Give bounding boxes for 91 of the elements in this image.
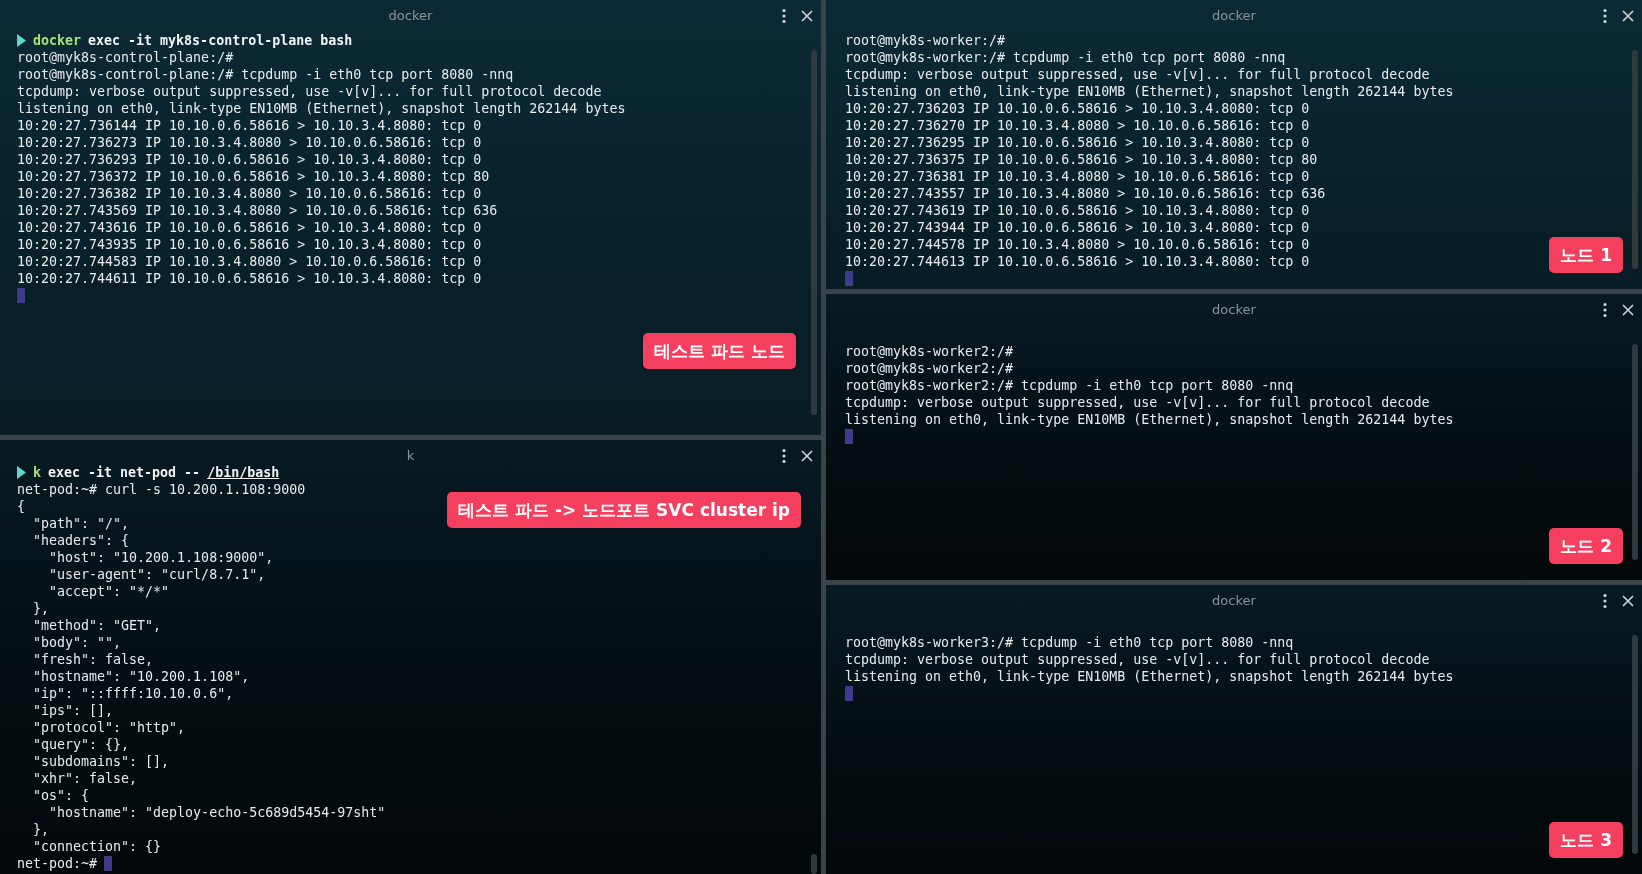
annotation-label: 테스트 파드 -> 노드포트 SVC cluster ip bbox=[447, 492, 801, 528]
pane-title: k bbox=[406, 448, 415, 463]
prompt-icon bbox=[17, 466, 26, 479]
terminal-line: tcpdump: verbose output suppressed, use -v[v]... for full protocol decode bbox=[845, 66, 1430, 83]
terminal-line: "body": "", bbox=[32, 634, 122, 651]
terminal-line: "ips": [], bbox=[32, 702, 114, 719]
close-icon[interactable] bbox=[801, 450, 813, 462]
close-icon[interactable] bbox=[1622, 304, 1634, 316]
terminal-line: "ip": "::ffff:10.10.0.6", bbox=[32, 685, 234, 702]
command-path: /bin/bash bbox=[207, 464, 280, 481]
close-icon[interactable] bbox=[1622, 595, 1634, 607]
terminal-line: root@myk8s-worker:/# tcpdump -i eth0 tcp port 8080 -nnq bbox=[845, 49, 1286, 66]
terminal-line: }, bbox=[32, 600, 50, 617]
terminal-line: "method": "GET", bbox=[32, 617, 162, 634]
terminal-line: net-pod:~# curl -s 10.200.1.108:9000 bbox=[17, 481, 306, 498]
terminal-line: 10:20:27.744611 IP 10.10.0.6.58616 > 10.10.3.4.8080: tcp 0 bbox=[17, 270, 482, 287]
terminal-line: tcpdump: verbose output suppressed, use -v[v]... for full protocol decode bbox=[845, 651, 1430, 668]
more-icon[interactable] bbox=[1602, 593, 1608, 609]
terminal-line: "host": "10.200.1.108:9000", bbox=[48, 549, 274, 566]
terminal-line: 10:20:27.743935 IP 10.10.0.6.58616 > 10.10.3.4.8080: tcp 0 bbox=[17, 236, 482, 253]
scrollbar[interactable] bbox=[1632, 344, 1638, 560]
terminal-line: 10:20:27.743944 IP 10.10.0.6.58616 > 10.10.3.4.8080: tcp 0 bbox=[845, 219, 1310, 236]
terminal-line: 10:20:27.736382 IP 10.10.3.4.8080 > 10.10.0.6.58616: tcp 0 bbox=[17, 185, 482, 202]
terminal-line: 10:20:27.736270 IP 10.10.3.4.8080 > 10.10.0.6.58616: tcp 0 bbox=[845, 117, 1310, 134]
annotation-label: 노드 2 bbox=[1549, 528, 1623, 564]
more-icon[interactable] bbox=[1602, 302, 1608, 318]
terminal-line: 10:20:27.743619 IP 10.10.0.6.58616 > 10.10.3.4.8080: tcp 0 bbox=[845, 202, 1310, 219]
terminal-line: 10:20:27.736293 IP 10.10.0.6.58616 > 10.10.3.4.8080: tcp 0 bbox=[17, 151, 482, 168]
scrollbar[interactable] bbox=[811, 854, 817, 874]
terminal-line: "os": { bbox=[32, 787, 90, 804]
scrollbar[interactable] bbox=[1632, 635, 1638, 854]
terminal-line: 10:20:27.744578 IP 10.10.3.4.8080 > 10.10.0.6.58616: tcp 0 bbox=[845, 236, 1310, 253]
scrollbar[interactable] bbox=[1632, 50, 1638, 269]
terminal-line: listening on eth0, link-type EN10MB (Ethernet), snapshot length 262144 bytes bbox=[845, 411, 1454, 428]
terminal-line: }, bbox=[32, 821, 50, 838]
terminal-line: "connection": {} bbox=[32, 838, 162, 855]
command-name: docker bbox=[33, 32, 82, 49]
terminal-line: "subdomains": [], bbox=[32, 753, 170, 770]
terminal-line: listening on eth0, link-type EN10MB (Ethernet), snapshot length 262144 bytes bbox=[845, 668, 1454, 685]
terminal-line: tcpdump: verbose output suppressed, use -v[v]... for full protocol decode bbox=[845, 394, 1430, 411]
terminal-line: root@myk8s-worker2:/# bbox=[845, 360, 1014, 377]
terminal-line: "hostname": "deploy-echo-5c689d5454-97sht" bbox=[48, 804, 386, 821]
terminal-line: 10:20:27.736203 IP 10.10.0.6.58616 > 10.10.3.4.8080: tcp 0 bbox=[845, 100, 1310, 117]
terminal-line: root@myk8s-worker2:/# bbox=[845, 343, 1014, 360]
annotation-label: 노드 1 bbox=[1549, 237, 1623, 273]
terminal-line: { bbox=[17, 498, 25, 515]
terminal-line: 10:20:27.744613 IP 10.10.0.6.58616 > 10.10.3.4.8080: tcp 0 bbox=[845, 253, 1310, 270]
terminal-line: listening on eth0, link-type EN10MB (Ethernet), snapshot length 262144 bytes bbox=[845, 83, 1454, 100]
terminal-line: "path": "/", bbox=[32, 515, 130, 532]
pane-title: docker bbox=[1212, 302, 1256, 317]
terminal-line: 10:20:27.743557 IP 10.10.3.4.8080 > 10.10.0.6.58616: tcp 636 bbox=[845, 185, 1326, 202]
terminal-line: "query": {}, bbox=[32, 736, 130, 753]
terminal-line: "accept": "*/*" bbox=[48, 583, 170, 600]
more-icon[interactable] bbox=[781, 8, 787, 24]
scrollbar[interactable] bbox=[811, 50, 817, 415]
more-icon[interactable] bbox=[1602, 8, 1608, 24]
terminal-line: root@myk8s-worker3:/# tcpdump -i eth0 tcp port 8080 -nnq bbox=[845, 634, 1294, 651]
terminal-line: root@myk8s-control-plane:/# bbox=[17, 49, 234, 66]
terminal-line: 10:20:27.744583 IP 10.10.3.4.8080 > 10.10.0.6.58616: tcp 0 bbox=[17, 253, 482, 270]
terminal-line: "protocol": "http", bbox=[32, 719, 186, 736]
command-args: exec -it net-pod -- bbox=[48, 464, 201, 481]
terminal-line: 10:20:27.743569 IP 10.10.3.4.8080 > 10.10.0.6.58616: tcp 636 bbox=[17, 202, 498, 219]
command-args: exec -it myk8s-control-plane bash bbox=[88, 32, 353, 49]
terminal-line: 10:20:27.736375 IP 10.10.0.6.58616 > 10.10.3.4.8080: tcp 80 bbox=[845, 151, 1318, 168]
terminal-line: 10:20:27.736295 IP 10.10.0.6.58616 > 10.10.3.4.8080: tcp 0 bbox=[845, 134, 1310, 151]
terminal-line: "headers": { bbox=[32, 532, 130, 549]
prompt-text: net-pod:~# bbox=[17, 855, 98, 872]
terminal-line: root@myk8s-worker:/# bbox=[845, 32, 1006, 49]
close-icon[interactable] bbox=[1622, 10, 1634, 22]
terminal-line: "hostname": "10.200.1.108", bbox=[32, 668, 250, 685]
terminal-line: 10:20:27.743616 IP 10.10.0.6.58616 > 10.10.3.4.8080: tcp 0 bbox=[17, 219, 482, 236]
close-icon[interactable] bbox=[801, 10, 813, 22]
terminal-line: "user-agent": "curl/8.7.1", bbox=[48, 566, 266, 583]
terminal-line: listening on eth0, link-type EN10MB (Ethernet), snapshot length 262144 bytes bbox=[17, 100, 626, 117]
annotation-label: 테스트 파드 노드 bbox=[643, 333, 796, 369]
terminal-line: 10:20:27.736381 IP 10.10.3.4.8080 > 10.10.0.6.58616: tcp 0 bbox=[845, 168, 1310, 185]
command-name: k bbox=[33, 464, 41, 481]
pane-title: docker bbox=[1212, 593, 1256, 608]
terminal-line: "fresh": false, bbox=[32, 651, 154, 668]
annotation-label: 노드 3 bbox=[1549, 822, 1623, 858]
terminal-line: 10:20:27.736273 IP 10.10.3.4.8080 > 10.10.0.6.58616: tcp 0 bbox=[17, 134, 482, 151]
terminal-line: tcpdump: verbose output suppressed, use -v[v]... for full protocol decode bbox=[17, 83, 602, 100]
pane-title: docker bbox=[1212, 8, 1256, 23]
pane-title: docker bbox=[388, 8, 433, 23]
more-icon[interactable] bbox=[781, 448, 787, 464]
terminal-line: 10:20:27.736372 IP 10.10.0.6.58616 > 10.10.3.4.8080: tcp 80 bbox=[17, 168, 490, 185]
terminal-line: root@myk8s-control-plane:/# tcpdump -i eth0 tcp port 8080 -nnq bbox=[17, 66, 514, 83]
terminal-line: root@myk8s-worker2:/# tcpdump -i eth0 tcp port 8080 -nnq bbox=[845, 377, 1294, 394]
terminal-line: "xhr": false, bbox=[32, 770, 138, 787]
terminal-line: 10:20:27.736144 IP 10.10.0.6.58616 > 10.10.3.4.8080: tcp 0 bbox=[17, 117, 482, 134]
prompt-icon bbox=[17, 34, 26, 47]
